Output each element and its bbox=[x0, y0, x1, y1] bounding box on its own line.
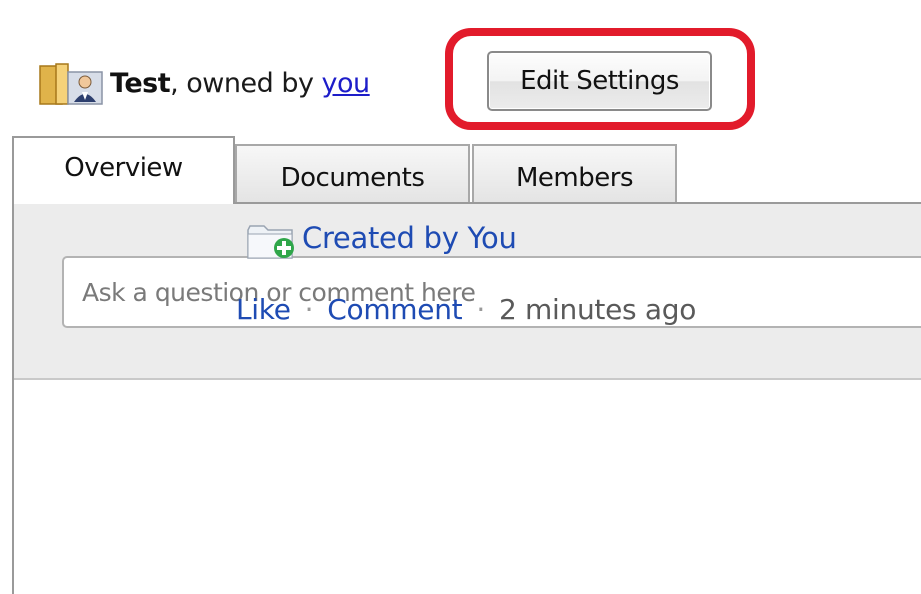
like-link[interactable]: Like bbox=[236, 293, 291, 326]
activity-timestamp: 2 minutes ago bbox=[498, 293, 697, 326]
owner-link[interactable]: you bbox=[322, 68, 371, 99]
folder-add-icon bbox=[247, 225, 294, 259]
tab-overview[interactable]: Overview bbox=[12, 136, 235, 204]
group-header: Test, owned by you Edit Settings bbox=[0, 0, 921, 140]
comment-link[interactable]: Comment bbox=[327, 293, 462, 326]
separator: · bbox=[476, 293, 485, 326]
owned-by-text: , owned by bbox=[170, 68, 322, 99]
edit-settings-button[interactable]: Edit Settings bbox=[487, 51, 712, 111]
group-name: Test bbox=[110, 68, 171, 99]
tab-members[interactable]: Members bbox=[472, 144, 677, 202]
activity-actions: Like · Comment · 2 minutes ago bbox=[236, 288, 696, 332]
separator: · bbox=[304, 293, 314, 326]
tab-bar: Overview Documents Members bbox=[12, 136, 921, 204]
activity-title[interactable]: Created by You bbox=[302, 216, 517, 260]
group-folder-icon bbox=[39, 63, 103, 105]
activity-item: Created by You Like · Comment · 2 minutes ag… bbox=[236, 216, 876, 366]
group-page: Test, owned by you Edit Settings Overvie… bbox=[0, 0, 921, 594]
tab-documents[interactable]: Documents bbox=[235, 144, 470, 202]
group-title: Test, owned by you bbox=[110, 64, 370, 104]
